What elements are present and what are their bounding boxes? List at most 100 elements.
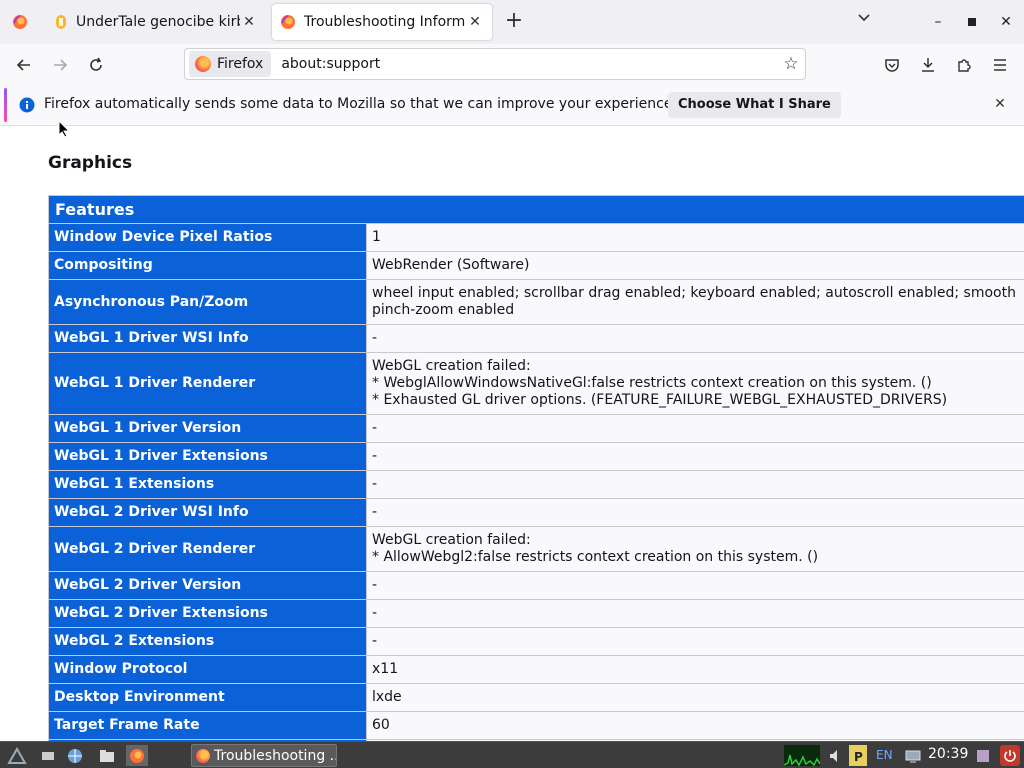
extensions-icon[interactable] bbox=[951, 52, 977, 78]
feature-name: Compositing bbox=[48, 251, 367, 280]
feature-value: - bbox=[366, 571, 1024, 600]
section-title: Graphics bbox=[48, 153, 133, 173]
page-content: Graphics Features Window Device Pixel Ra… bbox=[0, 127, 1024, 741]
features-table: Features Window Device Pixel Ratios 1 Comp… bbox=[48, 195, 1024, 741]
feature-value: - bbox=[366, 470, 1024, 499]
table-row: WebGL 1 Extensions - bbox=[48, 470, 1024, 499]
feature-name: WebGL 2 Driver Renderer bbox=[48, 526, 367, 572]
downloads-icon[interactable] bbox=[915, 52, 941, 78]
feature-value: WebGL creation failed: * WebglAllowWindo… bbox=[366, 352, 1024, 415]
feature-value: - bbox=[366, 627, 1024, 656]
keyboard-layout-indicator[interactable]: EN bbox=[876, 748, 893, 762]
feature-value: lxde bbox=[366, 683, 1024, 712]
table-row: WebGL 1 Driver Renderer WebGL creation fa… bbox=[48, 352, 1024, 415]
firefox-icon bbox=[195, 56, 211, 72]
mouse-cursor-icon bbox=[58, 120, 70, 138]
feature-name: Asynchronous Pan/Zoom bbox=[48, 279, 367, 325]
url-bar[interactable]: Firefox about:support ☆ bbox=[184, 48, 806, 80]
back-button[interactable] bbox=[11, 52, 37, 78]
feature-name: WebGL 1 Driver Extensions bbox=[48, 442, 367, 471]
tab-close-icon[interactable]: ✕ bbox=[466, 14, 484, 30]
forward-button[interactable] bbox=[47, 52, 73, 78]
feature-name: WebGL 2 Driver WSI Info bbox=[48, 498, 367, 527]
reload-button[interactable] bbox=[83, 52, 109, 78]
network-icon[interactable] bbox=[903, 745, 923, 766]
notification-close-icon[interactable]: ✕ bbox=[990, 94, 1010, 114]
data-reporting-notification: Firefox automatically sends some data to… bbox=[0, 84, 1024, 126]
feature-value: WebGL creation failed: * AllowWebgl2:fal… bbox=[366, 526, 1024, 572]
tab-close-icon[interactable]: ✕ bbox=[240, 14, 258, 30]
web-browser-launcher-icon[interactable] bbox=[64, 745, 86, 766]
table-row: WebGL 1 Driver Version - bbox=[48, 414, 1024, 443]
feature-value: wheel input enabled; scrollbar drag enab… bbox=[366, 279, 1024, 325]
taskbar: Troubleshooting ... P EN 20:39 bbox=[0, 741, 1024, 768]
table-row: WebGL 1 Driver Extensions - bbox=[48, 442, 1024, 471]
volume-icon[interactable] bbox=[826, 745, 846, 766]
firefox-view-icon[interactable] bbox=[0, 0, 40, 44]
feature-value: WebRender (Software) bbox=[366, 251, 1024, 280]
table-row: WebGL 2 Driver Extensions - bbox=[48, 599, 1024, 628]
file-manager-icon[interactable] bbox=[96, 745, 118, 766]
feature-name: WebGL 1 Extensions bbox=[48, 470, 367, 499]
table-row: WebGL 2 Extensions - bbox=[48, 627, 1024, 656]
feature-value: - bbox=[366, 324, 1024, 353]
feature-name: Target Frame Rate bbox=[48, 711, 367, 740]
table-row: Window Protocol x11 bbox=[48, 655, 1024, 684]
new-tab-button[interactable]: + bbox=[500, 8, 528, 36]
table-row: WebGL 1 Driver WSI Info - bbox=[48, 324, 1024, 353]
feature-value: 60 bbox=[366, 711, 1024, 740]
table-row: Window Device Pixel Ratios 1 bbox=[48, 223, 1024, 252]
start-menu-icon[interactable] bbox=[4, 745, 30, 766]
choose-what-i-share-button[interactable]: Choose What I Share bbox=[668, 92, 841, 118]
app-menu-hamburger-icon[interactable] bbox=[987, 52, 1013, 78]
tab-undertale[interactable]: UnderTale genocibe kirby ✕ bbox=[46, 4, 266, 40]
taskbar-window-label: Troubleshooting ... bbox=[214, 747, 337, 764]
show-desktop-icon[interactable] bbox=[38, 745, 58, 766]
feature-value: - bbox=[366, 442, 1024, 471]
pocket-icon[interactable] bbox=[879, 52, 905, 78]
firefox-icon bbox=[196, 748, 210, 763]
site-favicon-icon bbox=[56, 15, 66, 29]
minimize-button[interactable]: – bbox=[926, 10, 950, 34]
firefox-launcher-icon[interactable] bbox=[126, 745, 148, 766]
feature-name: Desktop Environment bbox=[48, 683, 367, 712]
tab-title: Troubleshooting Informat bbox=[304, 14, 466, 30]
notification-accent bbox=[4, 88, 7, 122]
close-window-button[interactable]: ✕ bbox=[994, 10, 1018, 34]
table-row: Desktop Environment lxde bbox=[48, 683, 1024, 712]
power-icon[interactable] bbox=[1000, 745, 1020, 766]
url-text[interactable]: about:support bbox=[281, 56, 777, 72]
table-row: WebGL 2 Driver Renderer WebGL creation fa… bbox=[48, 526, 1024, 572]
list-all-tabs-chevron-icon[interactable] bbox=[852, 12, 876, 32]
feature-name: WebGL 1 Driver Renderer bbox=[48, 352, 367, 415]
tab-title: UnderTale genocibe kirby bbox=[76, 14, 240, 30]
maximize-button[interactable] bbox=[960, 10, 984, 34]
feature-value: - bbox=[366, 498, 1024, 527]
feature-value: - bbox=[366, 414, 1024, 443]
tab-troubleshooting[interactable]: Troubleshooting Informat ✕ bbox=[272, 4, 492, 40]
feature-value: - bbox=[366, 599, 1024, 628]
table-row: WebGL 2 Driver WSI Info - bbox=[48, 498, 1024, 527]
lock-screen-icon[interactable] bbox=[974, 745, 992, 766]
svg-text:P: P bbox=[854, 750, 863, 763]
identity-label: Firefox bbox=[217, 56, 264, 72]
table-row: Compositing WebRender (Software) bbox=[48, 251, 1024, 280]
bookmark-star-icon[interactable]: ☆ bbox=[777, 54, 805, 74]
feature-value: x11 bbox=[366, 655, 1024, 684]
feature-name: WebGL 2 Extensions bbox=[48, 627, 367, 656]
notification-message: Firefox automatically sends some data to… bbox=[44, 96, 677, 112]
feature-name: WebGL 2 Driver Extensions bbox=[48, 599, 367, 628]
identity-box[interactable]: Firefox bbox=[189, 51, 272, 77]
table-row: WebGL 2 Driver Version - bbox=[48, 571, 1024, 600]
info-icon bbox=[19, 97, 35, 113]
taskbar-clock: 20:39 bbox=[928, 746, 969, 762]
taskbar-window-troubleshooting[interactable]: Troubleshooting ... bbox=[191, 744, 337, 767]
feature-value: 1 bbox=[366, 223, 1024, 252]
firefox-favicon-icon bbox=[281, 15, 295, 29]
cpu-monitor-graph bbox=[784, 745, 820, 766]
table-row: Asynchronous Pan/Zoom wheel input enabled… bbox=[48, 279, 1024, 325]
tab-strip: UnderTale genocibe kirby ✕ Troubleshooti… bbox=[0, 0, 1024, 44]
feature-name: WebGL 2 Driver Version bbox=[48, 571, 367, 600]
feature-name: WebGL 1 Driver Version bbox=[48, 414, 367, 443]
clipboard-p-icon[interactable]: P bbox=[849, 745, 867, 766]
